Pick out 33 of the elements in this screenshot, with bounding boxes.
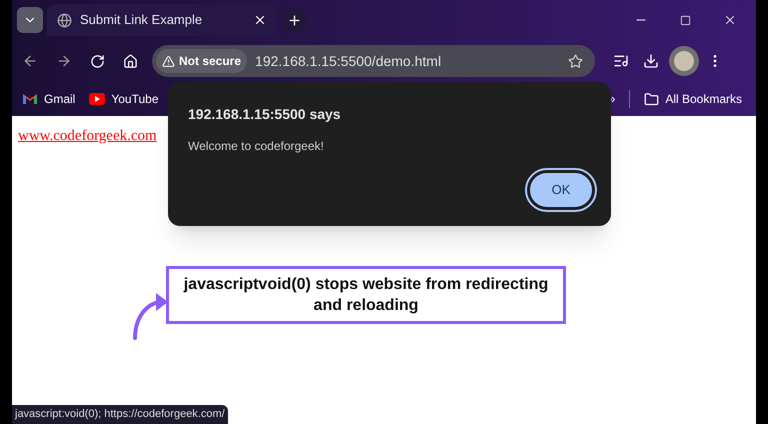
back-icon[interactable] <box>22 53 38 69</box>
folder-icon <box>644 92 660 106</box>
reload-icon[interactable] <box>90 54 105 68</box>
annotation-text: javascriptvoid(0) stops website from redirecting and reloading <box>182 275 550 316</box>
playlist-icon[interactable] <box>613 53 629 69</box>
browser-tab[interactable]: Submit Link Example <box>47 4 277 36</box>
tab-list-button[interactable] <box>17 7 43 33</box>
dialog-title: 192.168.1.15:5500 says <box>188 105 342 124</box>
status-text: javascript:void(0); https://codeforgeek.com/ <box>15 407 225 422</box>
close-window-icon[interactable] <box>723 13 737 27</box>
tab-title: Submit Link Example <box>80 11 204 30</box>
url-text: 192.168.1.15:5500/demo.html <box>255 52 442 70</box>
address-bar[interactable]: Not secure 192.168.1.15:5500/demo.html <box>152 45 595 77</box>
new-tab-button[interactable] <box>281 7 307 33</box>
dialog-message: Welcome to codeforgeek! <box>188 138 325 155</box>
globe-icon <box>57 12 72 28</box>
play-icon <box>89 93 106 105</box>
mail-icon <box>22 93 38 105</box>
warning-icon <box>162 54 175 68</box>
avatar[interactable] <box>669 46 699 76</box>
home-icon[interactable] <box>123 54 138 68</box>
all-bookmarks-button[interactable]: All Bookmarks <box>644 90 742 108</box>
bookmark[interactable]: Gmail <box>22 90 76 108</box>
page-link[interactable]: www.codeforgeek.com <box>18 128 157 144</box>
plus-icon <box>286 12 302 28</box>
star-icon[interactable] <box>568 54 583 68</box>
bookmark[interactable]: YouTube <box>89 90 158 108</box>
close-icon[interactable] <box>253 13 267 27</box>
security-chip[interactable]: Not secure <box>156 49 248 73</box>
forward-icon[interactable] <box>56 53 72 69</box>
maximize-icon[interactable] <box>680 14 691 26</box>
download-icon[interactable] <box>643 53 659 69</box>
ok-button[interactable]: OK <box>527 170 595 210</box>
